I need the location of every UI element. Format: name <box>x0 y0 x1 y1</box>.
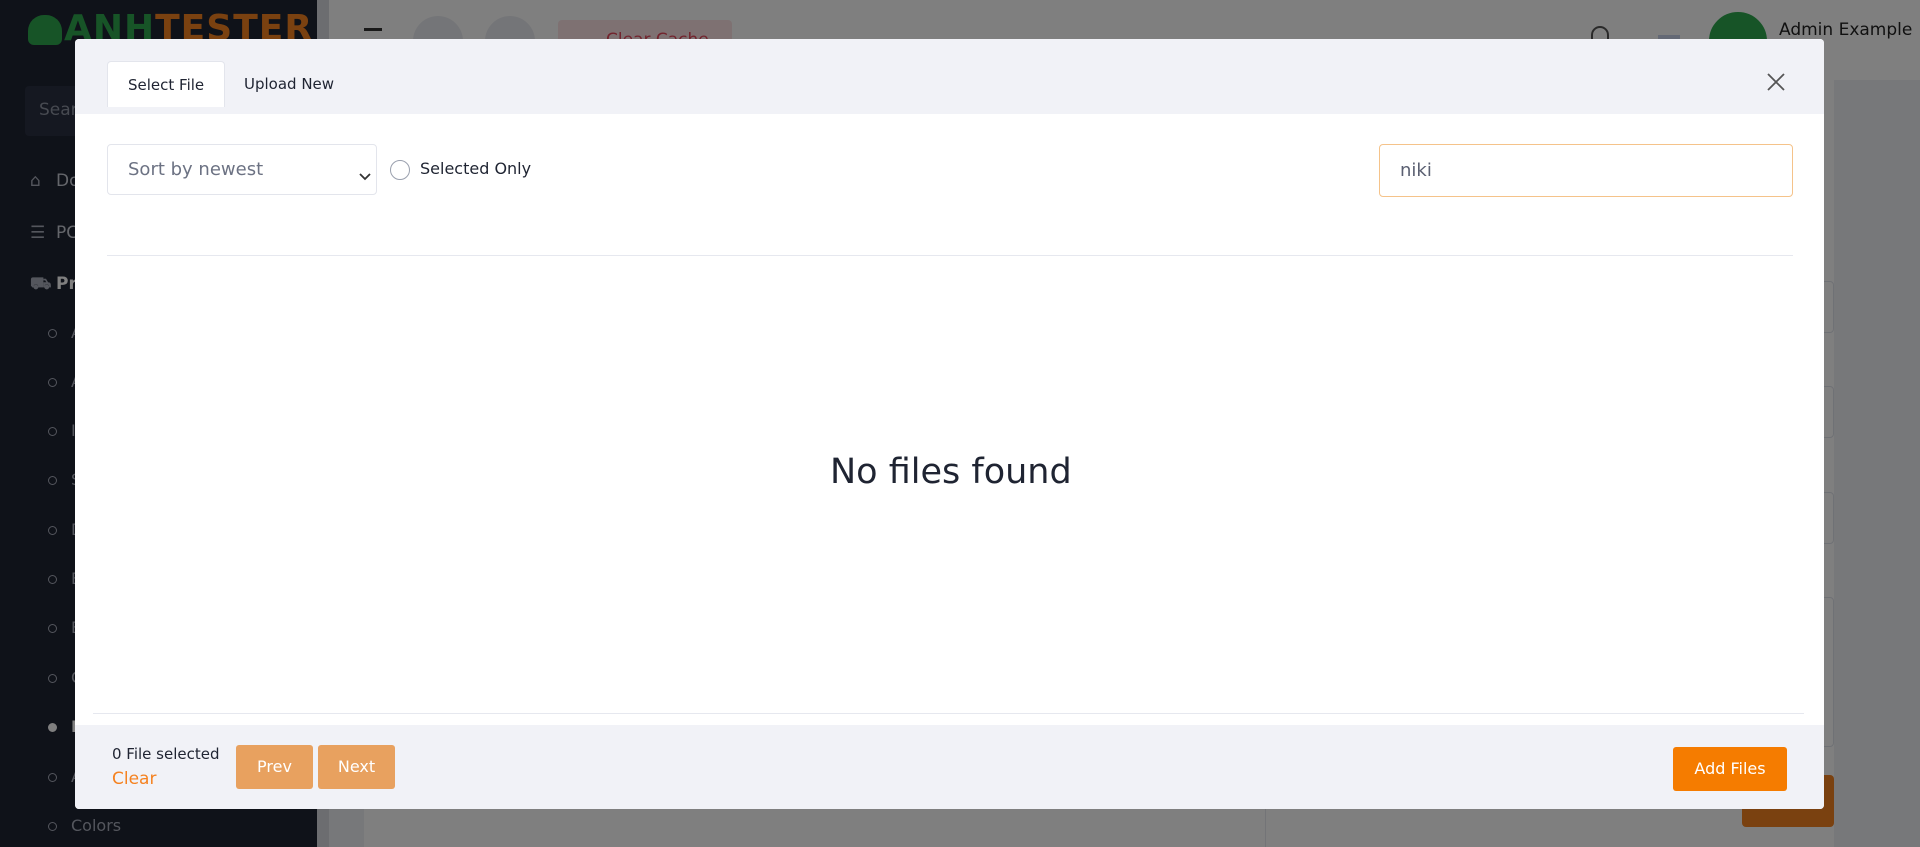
modal-toolbar: Sort by newest Selected Only <box>107 144 1793 256</box>
selected-only-radio[interactable] <box>390 160 410 180</box>
chevron-down-icon <box>359 166 371 185</box>
empty-state-message: No files found <box>830 452 1072 492</box>
search-input[interactable] <box>1379 144 1793 197</box>
modal-footer: 0 File selected Clear Prev Next Add File… <box>75 725 1824 809</box>
sort-select[interactable]: Sort by newest <box>107 144 377 195</box>
footer-divider <box>93 713 1804 714</box>
file-picker-modal: Select File Upload New Sort by newest Se… <box>75 39 1824 809</box>
tab-upload-new[interactable]: Upload New <box>224 61 354 107</box>
next-button[interactable]: Next <box>318 745 395 789</box>
selected-only-label: Selected Only <box>420 159 532 178</box>
prev-button[interactable]: Prev <box>236 745 313 789</box>
clear-selection-link[interactable]: Clear <box>112 769 156 789</box>
modal-header: Select File Upload New <box>75 39 1824 114</box>
tab-select-file[interactable]: Select File <box>107 61 226 107</box>
add-files-button[interactable]: Add Files <box>1673 747 1787 791</box>
selected-count: 0 File selected <box>112 745 220 763</box>
close-icon[interactable] <box>1765 71 1787 93</box>
